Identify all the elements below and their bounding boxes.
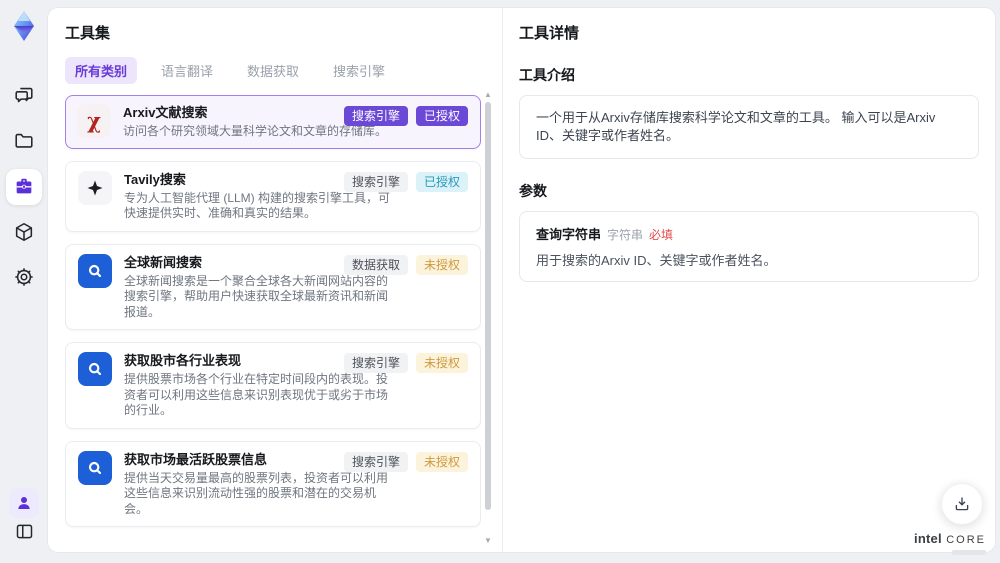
scroll-up-arrow[interactable]: ▲ xyxy=(482,90,494,100)
param-desc: 用于搜索的Arxiv ID、关键字或作者姓名。 xyxy=(536,253,777,268)
search-q-icon xyxy=(78,352,112,386)
cube-icon[interactable] xyxy=(10,218,38,246)
category-badge: 搜索引擎 xyxy=(343,171,408,192)
download-icon xyxy=(955,497,969,511)
intel-core-logo: intel CORE xyxy=(914,530,986,555)
tools-active-tab[interactable] xyxy=(6,169,42,205)
scrollbar[interactable]: ▲ ▼ xyxy=(482,90,494,546)
app-logo[interactable] xyxy=(7,9,41,43)
intro-box: 一个用于从Arxiv存储库搜索科学论文和文章的工具。 输入可以是Arxiv ID… xyxy=(519,95,979,159)
tool-card-sector-performance[interactable]: 获取股市各行业表现 提供股票市场各个行业在特定时间段内的表现。投资者可以利用这些… xyxy=(65,342,481,429)
briefcase-icon xyxy=(16,178,32,194)
params-heading: 参数 xyxy=(519,183,547,199)
category-badge: 搜索引擎 xyxy=(343,353,408,373)
tool-detail-pane: 工具详情 工具介绍 一个用于从Arxiv存储库搜索科学论文和文章的工具。 输入可… xyxy=(503,8,995,552)
category-badge: 搜索引擎 xyxy=(343,106,408,126)
detail-title: 工具详情 xyxy=(519,25,580,42)
tool-desc: 全球新闻搜索是一个聚合全球各大新闻网站内容的搜索引擎，帮助用户快速获取全球最新资… xyxy=(124,273,389,319)
chat-bubbles-icon[interactable] xyxy=(10,81,38,109)
tool-card-tavily[interactable]: Tavily搜索 专为人工智能代理 (LLM) 构建的搜索引擎工具，可快速提供实… xyxy=(65,160,481,232)
tool-card-arxiv[interactable]: χ Arxiv文献搜索 访问各个研究领域大量科学论文和文章的存储库。 搜索引擎 … xyxy=(65,95,481,149)
tool-list: χ Arxiv文献搜索 访问各个研究领域大量科学论文和文章的存储库。 搜索引擎 … xyxy=(65,95,481,533)
scroll-down-arrow[interactable]: ▼ xyxy=(482,536,494,546)
category-tabs: 所有类别 语言翻译 数据获取 搜索引擎 xyxy=(65,56,502,84)
left-rail xyxy=(0,0,48,563)
page-title: 工具集 xyxy=(65,25,111,42)
status-badge: 未授权 xyxy=(415,451,468,472)
tool-desc: 专为人工智能代理 (LLM) 构建的搜索引擎工具，可快速提供实时、准确和真实的结… xyxy=(124,190,391,221)
status-badge: 未授权 xyxy=(415,353,468,373)
folder-icon[interactable] xyxy=(10,127,38,155)
status-badge: 已授权 xyxy=(415,171,468,192)
tab-search-engine[interactable]: 搜索引擎 xyxy=(323,57,395,84)
param-required-badge: 必填 xyxy=(649,228,674,242)
tab-all-categories[interactable]: 所有类别 xyxy=(65,56,138,84)
param-box: 查询字符串 字符串 必填 用于搜索的Arxiv ID、关键字或作者姓名。 xyxy=(519,211,979,282)
param-name: 查询字符串 xyxy=(536,227,602,242)
search-q-icon xyxy=(78,450,112,485)
param-type: 字符串 xyxy=(607,228,644,242)
tool-desc: 访问各个研究领域大量科学论文和文章的存储库。 xyxy=(123,124,388,138)
tab-data-fetch[interactable]: 数据获取 xyxy=(237,57,309,84)
status-badge: 已授权 xyxy=(415,106,468,126)
tool-list-pane: 工具集 所有类别 语言翻译 数据获取 搜索引擎 χ Arxiv文献搜索 访问各个… xyxy=(48,8,503,552)
arxiv-logo-icon: χ xyxy=(77,104,111,138)
category-badge: 数据获取 xyxy=(343,254,408,275)
tool-card-active-stocks[interactable]: 获取市场最活跃股票信息 提供当天交易量最高的股票列表，投资者可以利用这些信息来识… xyxy=(65,440,481,527)
profile-avatar[interactable] xyxy=(9,488,39,518)
panel-toggle-icon[interactable] xyxy=(10,517,38,545)
gear-icon[interactable] xyxy=(10,263,38,291)
user-icon xyxy=(18,497,30,509)
main-window: 工具集 所有类别 语言翻译 数据获取 搜索引擎 χ Arxiv文献搜索 访问各个… xyxy=(48,8,995,552)
category-badge: 搜索引擎 xyxy=(343,451,408,472)
tool-desc: 提供当天交易量最高的股票列表，投资者可以利用这些信息来识别流动性强的股票和潜在的… xyxy=(124,470,389,516)
scrollbar-thumb[interactable] xyxy=(485,102,491,510)
tavily-star-icon xyxy=(78,170,112,205)
tab-translation[interactable]: 语言翻译 xyxy=(151,57,223,84)
intro-heading: 工具介绍 xyxy=(519,67,575,83)
download-button[interactable] xyxy=(941,483,983,525)
search-q-icon xyxy=(78,253,112,288)
tool-card-global-news[interactable]: 全球新闻搜索 全球新闻搜索是一个聚合全球各大新闻网站内容的搜索引擎，帮助用户快速… xyxy=(65,243,481,330)
status-badge: 未授权 xyxy=(415,254,468,275)
tool-desc: 提供股票市场各个行业在特定时间段内的表现。投资者可以利用这些信息来识别表现优于或… xyxy=(124,372,389,417)
